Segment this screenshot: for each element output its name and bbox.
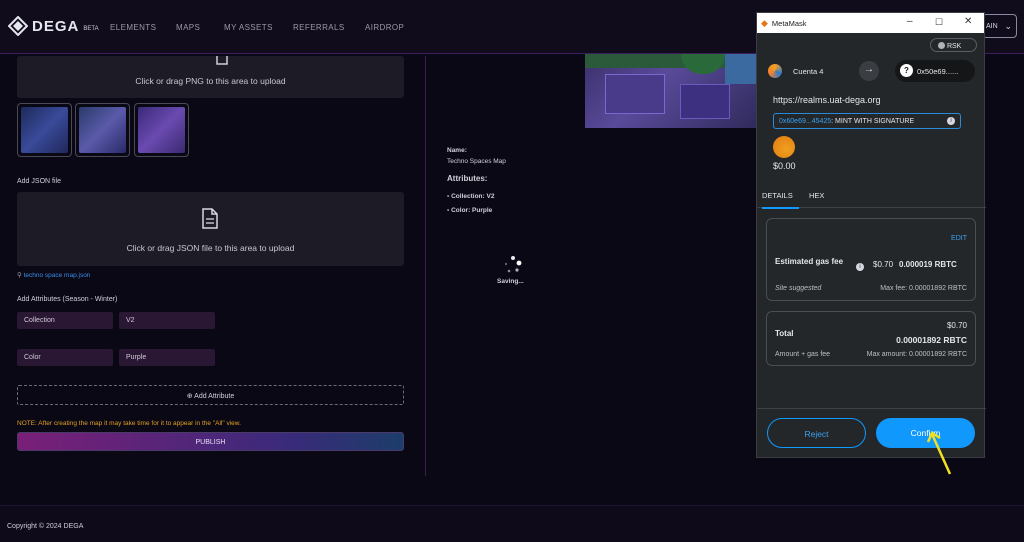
- paperclip-icon: ⚲: [17, 272, 22, 279]
- maximize-icon[interactable]: ☐: [935, 17, 943, 28]
- max-fee: Max fee: 0.00001892 RBTC: [880, 285, 967, 292]
- tab-details[interactable]: DETAILS: [762, 191, 799, 209]
- metamask-popup: ◆ MetaMask – ☐ ✕ RSK Cuenta 4 → ? 0x50e6…: [756, 12, 986, 458]
- loading-spinner-icon: [504, 256, 522, 273]
- info-icon: i: [856, 263, 864, 271]
- copyright-text: Copyright © 2024 DEGA: [7, 523, 84, 530]
- network-name: RSK: [946, 43, 962, 50]
- thumbnail-1[interactable]: [17, 103, 72, 157]
- info-icon: i: [947, 117, 955, 125]
- preview-attributes-heading: Attributes:: [447, 174, 488, 183]
- png-upload-text: Click or drag PNG to this area to upload: [135, 76, 286, 86]
- recipient-address: 0x50e69......: [917, 67, 959, 76]
- account-avatar: [768, 64, 782, 78]
- tab-hex[interactable]: HEX: [809, 191, 824, 200]
- arrow-right-icon: →: [859, 61, 879, 81]
- json-section-heading: Add JSON file: [17, 178, 61, 185]
- total-usd: $0.70: [946, 321, 967, 330]
- footer: Copyright © 2024 DEGA: [0, 505, 1024, 542]
- contract-address: 0x60e69...45425: [779, 118, 832, 125]
- edit-gas-link[interactable]: EDIT: [951, 235, 967, 242]
- attribute-key-input[interactable]: Collection: [17, 312, 113, 329]
- png-upload-dropzone[interactable]: Click or drag PNG to this area to upload: [17, 56, 404, 98]
- close-icon[interactable]: ✕: [964, 16, 972, 27]
- total-card: Total $0.70 0.00001892 RBTC Amount + gas…: [766, 311, 976, 366]
- account-row: Cuenta 4 → ? 0x50e69......: [757, 58, 986, 86]
- saving-status: Saving...: [497, 278, 524, 285]
- panel-divider: [425, 56, 426, 476]
- attribute-value-input[interactable]: V2: [119, 312, 215, 329]
- uploaded-file-name: techno space map.json: [23, 272, 91, 279]
- nav-airdrop[interactable]: AIRDROP: [365, 23, 404, 32]
- uploaded-file[interactable]: ⚲ techno space map.json: [17, 271, 90, 279]
- attribute-key-input[interactable]: Color: [17, 349, 113, 366]
- account-name: Cuenta 4: [793, 67, 824, 76]
- minimize-icon[interactable]: –: [907, 16, 913, 27]
- preview-attribute-item: • Collection: V2: [447, 193, 495, 200]
- metamask-titlebar: ◆ MetaMask – ☐ ✕: [757, 13, 984, 33]
- preview-name-value: Techno Spaces Map: [447, 158, 506, 165]
- nav-elements[interactable]: ELEMENTS: [110, 23, 156, 32]
- add-attribute-label: Add Attribute: [194, 393, 235, 400]
- map-preview-image: [585, 54, 760, 128]
- reject-button[interactable]: Reject: [767, 418, 866, 448]
- json-upload-text: Click or drag JSON file to this area to …: [126, 243, 295, 253]
- plus-circle-icon: ⊕: [186, 393, 193, 400]
- gas-fee-label: Estimated gas fee: [775, 257, 844, 266]
- metamask-window-title: MetaMask: [771, 18, 807, 28]
- thumbnail-2[interactable]: [75, 103, 130, 157]
- contract-method: : MINT WITH SIGNATURE: [831, 118, 915, 125]
- gas-fee-usd: $0.70: [873, 260, 894, 269]
- annotation-arrow-icon: [926, 431, 952, 475]
- account-chip[interactable]: AIN ⌄: [982, 14, 1017, 38]
- total-amount: 0.00001892 RBTC: [896, 335, 967, 345]
- account-chip-label: AIN: [986, 23, 998, 30]
- total-label: Total: [775, 329, 794, 338]
- info-icon: ?: [900, 64, 913, 77]
- token-avatar: [773, 136, 795, 158]
- nav-referrals[interactable]: REFERRALS: [293, 23, 345, 32]
- max-amount: Max amount: 0.00001892 RBTC: [866, 351, 967, 358]
- chevron-down-icon: ⌄: [1004, 21, 1012, 31]
- publish-note: NOTE: After creating the map it may take…: [17, 420, 241, 427]
- tab-bar: DETAILS HEX: [757, 185, 986, 209]
- metamask-fox-icon: ◆: [761, 17, 768, 28]
- contract-chip[interactable]: 0x60e69...45425: MINT WITH SIGNATURE i: [773, 113, 961, 129]
- publish-button[interactable]: PUBLISH: [17, 432, 404, 451]
- network-chip[interactable]: RSK: [930, 38, 977, 52]
- site-suggested-label: Site suggested: [775, 285, 822, 292]
- recipient-chip[interactable]: ? 0x50e69......: [895, 60, 975, 82]
- site-origin: https://realms.uat-dega.org: [773, 95, 881, 105]
- attributes-heading: Add Attributes (Season - Winter): [17, 296, 118, 303]
- beta-badge: BETA: [83, 26, 99, 32]
- gas-fee-card: EDIT Estimated gas fee i $0.70 0.000019 …: [766, 218, 976, 301]
- preview-name-label: Name:: [447, 147, 467, 154]
- attribute-value-input[interactable]: Purple: [119, 349, 215, 366]
- nav-my-assets[interactable]: MY ASSETS: [224, 23, 273, 32]
- network-dot-icon: [938, 42, 945, 49]
- gas-fee-amount: 0.000019 RBTC: [899, 260, 957, 269]
- json-upload-dropzone[interactable]: Click or drag JSON file to this area to …: [17, 192, 404, 266]
- nav-maps[interactable]: MAPS: [176, 23, 200, 32]
- dega-logo-icon: [8, 16, 28, 36]
- preview-attribute-item: • Color: Purple: [447, 207, 493, 214]
- thumbnail-3[interactable]: [134, 103, 189, 157]
- transaction-value: $0.00: [773, 161, 796, 171]
- file-icon: [216, 56, 228, 65]
- dega-logo[interactable]: DEGA BETA: [8, 16, 99, 36]
- logo-text: DEGA: [32, 17, 80, 35]
- add-attribute-button[interactable]: ⊕ Add Attribute: [17, 385, 404, 405]
- footer-divider: [757, 408, 986, 409]
- total-sub-label: Amount + gas fee: [775, 351, 831, 358]
- file-icon: [202, 208, 218, 229]
